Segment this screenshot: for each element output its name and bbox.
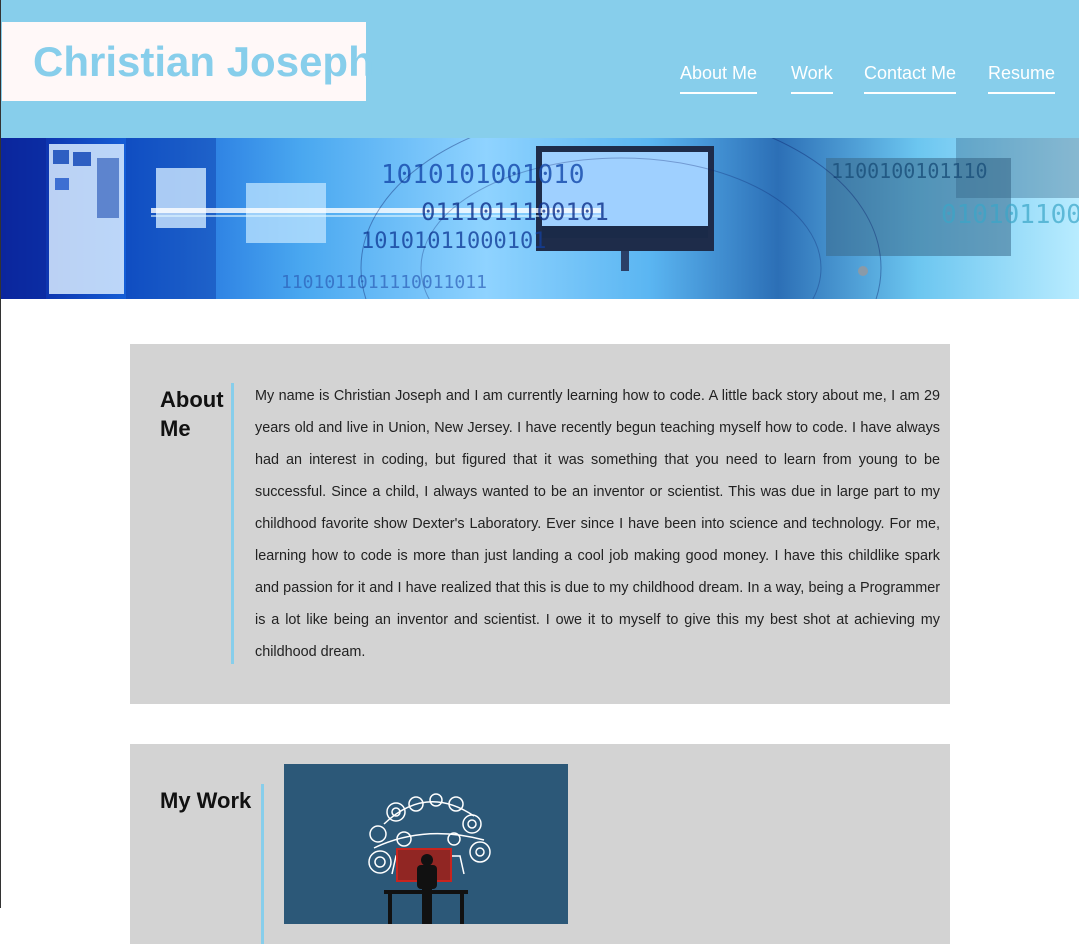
binary-row: 0101011001 bbox=[941, 200, 1079, 230]
about-me-heading: About Me bbox=[160, 387, 224, 441]
my-work-heading: My Work bbox=[160, 788, 252, 813]
gears-programmer-icon bbox=[368, 793, 491, 924]
work-divider bbox=[261, 784, 264, 944]
about-divider bbox=[231, 383, 234, 664]
nav-contact-me[interactable]: Contact Me bbox=[864, 63, 957, 94]
my-work-section: My Work bbox=[130, 744, 950, 944]
nav-work[interactable]: Work bbox=[791, 63, 833, 94]
nav-about-me[interactable]: About Me bbox=[680, 63, 758, 94]
binary-row: 1101011011110011011 bbox=[281, 272, 487, 293]
work-project-image[interactable] bbox=[284, 764, 568, 924]
about-me-text: My name is Christian Joseph and I am cur… bbox=[255, 388, 940, 660]
hero-banner-image: 1010101001010 0111011100101 101010110001… bbox=[1, 138, 1079, 299]
site-header: Christian Joseph About Me Work Contact M… bbox=[1, 0, 1079, 138]
about-me-section: About Me My name is Christian Joseph and… bbox=[130, 344, 950, 704]
main-nav: About Me Work Contact Me Resume bbox=[1, 63, 1079, 103]
binary-tech-illustration: 1010101001010 0111011100101 101010110001… bbox=[1, 138, 1079, 299]
binary-row: 10101011000101 bbox=[361, 229, 546, 254]
binary-row: 1100100101110 bbox=[831, 159, 988, 183]
nav-resume[interactable]: Resume bbox=[988, 63, 1056, 94]
